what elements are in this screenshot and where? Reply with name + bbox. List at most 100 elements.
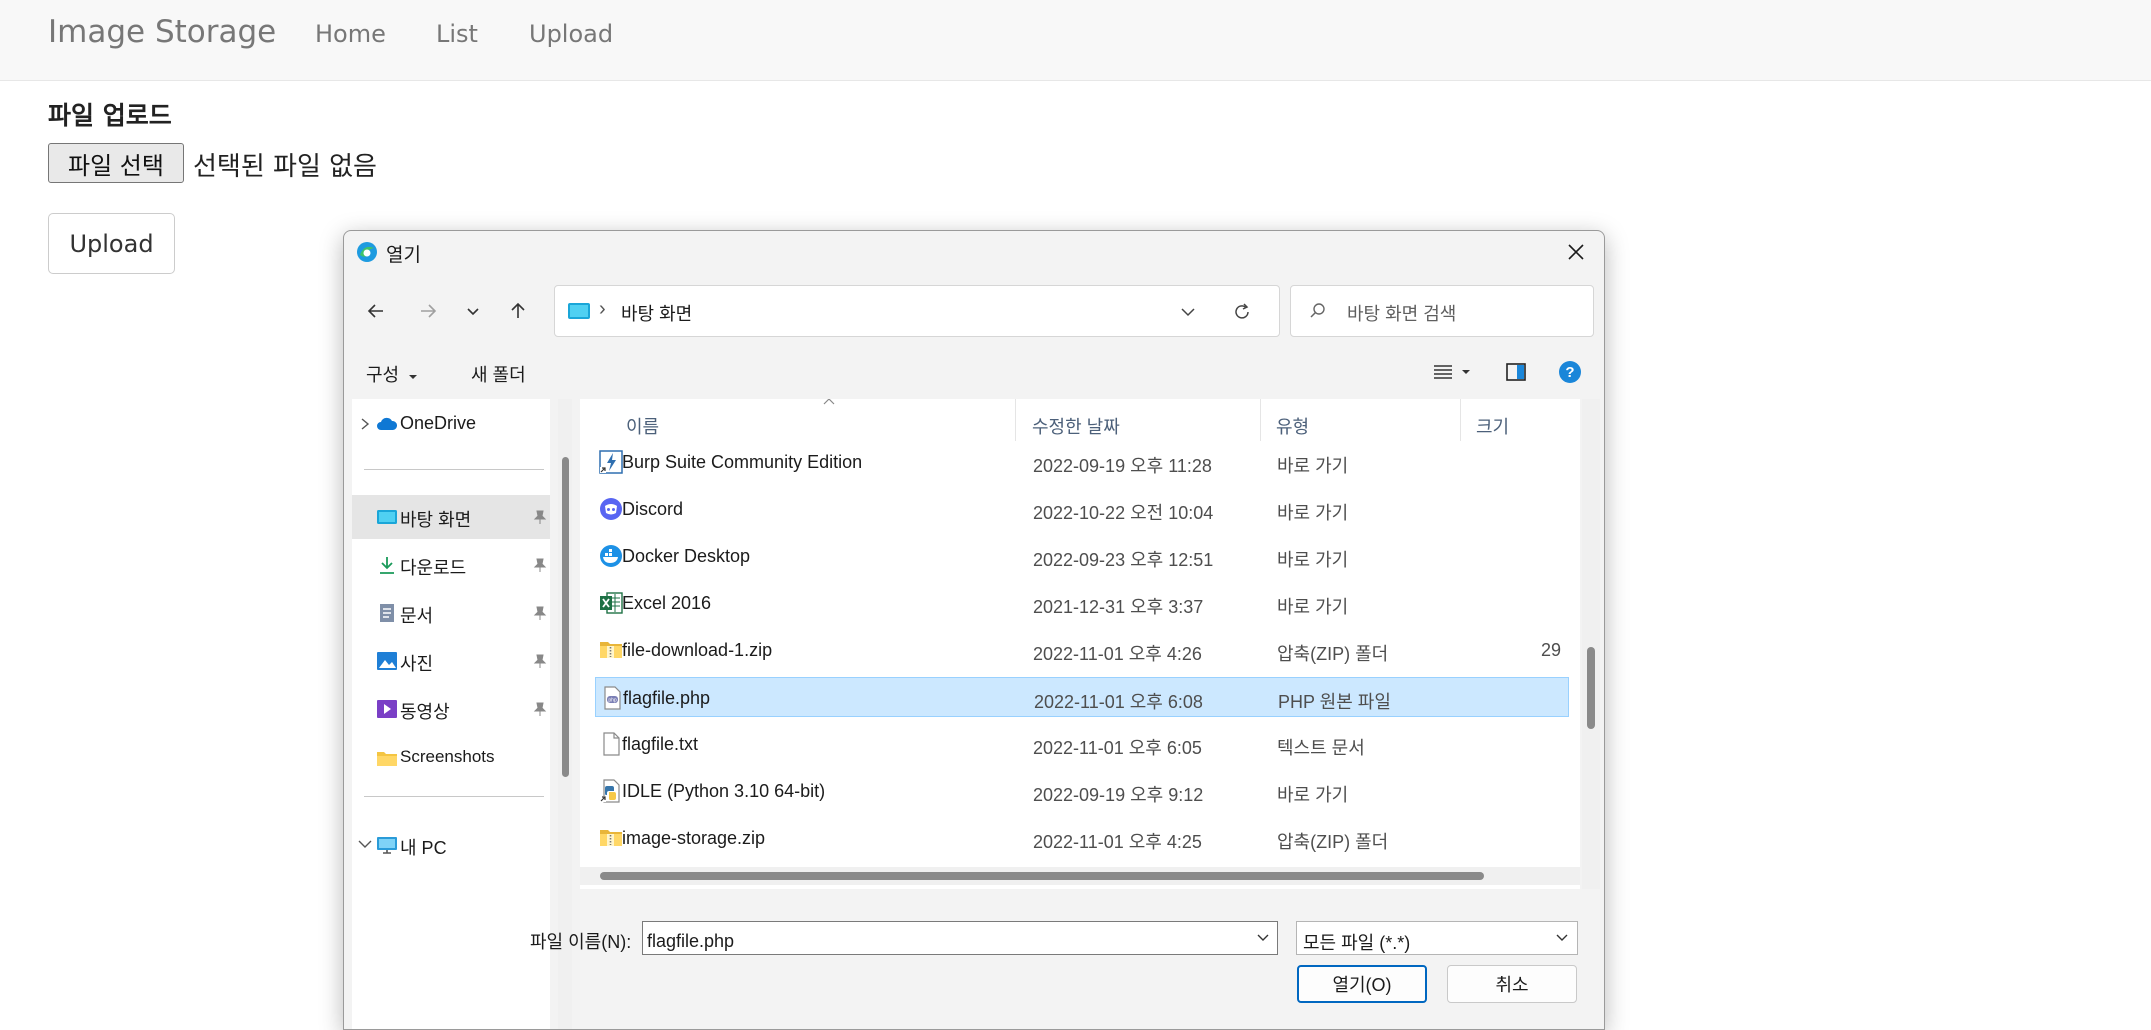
refresh-icon [1235,303,1249,319]
nav-divider [364,469,544,470]
column-header-modified[interactable]: 수정한 날짜 [1032,413,1120,439]
chevron-down-icon[interactable] [1256,931,1270,945]
sort-ascending-icon [823,399,835,405]
file-list-vertical-scrollbar[interactable] [1582,399,1600,889]
nav-item-this-pc[interactable]: 내 PC [352,823,550,867]
nav-divider [364,796,544,797]
picture-icon [377,652,397,670]
file-row-selected[interactable]: php flagfile.php 2022-11-01 오후 6:08 PHP … [595,677,1569,717]
nav-item-pictures[interactable]: 사진 [352,639,550,683]
list-view-icon [1434,365,1452,379]
nav-pane-scroll-thumb[interactable] [562,457,569,777]
organize-button[interactable]: 구성 [366,361,418,389]
column-divider[interactable] [1460,399,1461,441]
forward-button[interactable] [410,293,446,329]
pin-icon[interactable] [532,557,548,573]
address-dropdown-button[interactable] [1173,298,1203,326]
view-options-button[interactable] [1424,357,1480,387]
breadcrumb-desktop[interactable]: 바탕 화면 [621,300,692,326]
choose-file-button[interactable]: 파일 선택 [48,143,184,183]
column-header-type[interactable]: 유형 [1276,413,1309,439]
text-file-icon [603,732,620,756]
filename-label: 파일 이름(N): [530,932,632,952]
no-file-selected-text: 선택된 파일 없음 [193,152,377,182]
svg-text:?: ? [1565,364,1574,381]
arrow-left-icon [367,304,383,318]
pin-icon[interactable] [532,605,548,621]
navbar: Image Storage Home List Upload [0,0,2151,81]
burp-suite-icon [599,450,623,474]
help-button[interactable]: ? [1554,357,1586,387]
nav-item-documents[interactable]: 문서 [352,591,550,635]
chevron-right-icon[interactable] [360,418,370,430]
filetype-select[interactable]: 모든 파일 (*.*) [1296,921,1578,955]
pin-icon[interactable] [532,701,548,717]
preview-pane-icon [1506,363,1526,381]
preview-pane-button[interactable] [1500,357,1532,387]
python-idle-icon [600,779,620,803]
cloud-icon [377,417,398,430]
nav-item-videos[interactable]: 동영상 [352,687,550,731]
pin-icon[interactable] [532,653,548,669]
chevron-down-icon [467,308,479,316]
document-icon [380,604,394,622]
dialog-titlebar[interactable]: 열기 [344,231,1604,273]
nav-upload-link[interactable]: Upload [529,20,613,48]
column-divider[interactable] [1015,399,1016,441]
nav-item-onedrive[interactable]: OneDrive [352,402,550,446]
page-title: 파일 업로드 [48,101,172,130]
desktop-icon [377,510,397,524]
pin-icon[interactable] [532,509,548,525]
new-folder-button[interactable]: 새 폴더 [471,361,526,389]
download-icon [380,557,394,574]
nav-home-link[interactable]: Home [315,20,386,48]
open-file-dialog: 열기 › 바탕 화면 바탕 화면 검색 구성 새 폴더 ? OneDrive 바… [343,230,1605,1030]
search-box[interactable]: 바탕 화면 검색 [1290,285,1594,337]
column-header-size[interactable]: 크기 [1476,413,1509,439]
file-row[interactable]: IDLE (Python 3.10 64-bit) 2022-09-19 오후 … [595,771,1569,811]
discord-icon [600,498,622,520]
file-row[interactable]: flagfile.txt 2022-11-01 오후 6:05 텍스트 문서 [595,724,1569,764]
file-list-horizontal-scrollbar[interactable] [580,867,1580,885]
nav-item-downloads[interactable]: 다운로드 [352,543,550,587]
horizontal-scroll-thumb[interactable] [600,872,1484,880]
pc-icon [377,837,397,854]
caret-down-icon [408,375,417,379]
zip-folder-icon [600,830,622,846]
up-button[interactable] [500,293,536,329]
brand-link[interactable]: Image Storage [48,14,276,50]
back-button[interactable] [358,293,394,329]
php-file-icon: php [604,686,621,710]
chevron-down-icon[interactable] [358,839,372,849]
file-list: 이름 수정한 날짜 유형 크기 Burp Suite Community Edi… [580,399,1580,889]
search-placeholder: 바탕 화면 검색 [1347,304,1457,324]
nav-item-desktop[interactable]: 바탕 화면 [352,495,550,539]
caret-down-icon [1462,370,1470,374]
close-button[interactable] [1554,233,1598,271]
excel-icon [600,592,623,614]
file-row[interactable]: Discord 2022-10-22 오전 10:04 바로 가기 [595,489,1569,529]
file-row[interactable]: Burp Suite Community Edition 2022-09-19 … [595,442,1569,482]
file-row[interactable]: image-storage.zip 2022-11-01 오후 4:25 압축(… [595,818,1569,858]
open-button[interactable]: 열기(O) [1297,965,1427,1003]
recent-locations-button[interactable] [458,293,488,329]
address-bar[interactable]: › 바탕 화면 [554,285,1280,337]
refresh-button[interactable] [1227,298,1257,326]
upload-button[interactable]: Upload [48,213,175,274]
column-divider[interactable] [1260,399,1261,441]
file-row[interactable]: Excel 2016 2021-12-31 오후 3:37 바로 가기 [595,583,1569,623]
file-row[interactable]: Docker Desktop 2022-09-23 오후 12:51 바로 가기 [595,536,1569,576]
zip-folder-icon [600,642,622,658]
nav-item-screenshots[interactable]: Screenshots [352,736,550,780]
folder-icon [377,752,397,766]
video-icon [377,700,397,718]
cancel-button[interactable]: 취소 [1447,965,1577,1003]
file-list-scroll-thumb[interactable] [1587,647,1595,729]
nav-list-link[interactable]: List [436,20,478,48]
file-row[interactable]: file-download-1.zip 2022-11-01 오후 4:26 압… [595,630,1569,670]
docker-icon [600,545,622,567]
close-icon [1568,244,1584,260]
chevron-down-icon [1181,308,1195,317]
filename-input[interactable] [642,921,1278,955]
column-header-name[interactable]: 이름 [626,413,659,439]
